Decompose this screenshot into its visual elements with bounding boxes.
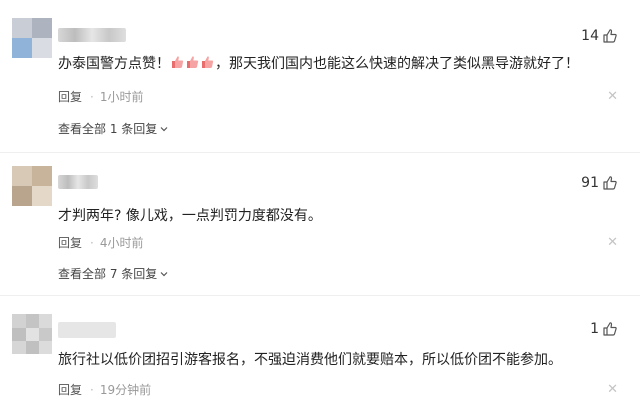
timestamp: 4小时前 xyxy=(99,236,144,250)
timestamp: 19分钟前 xyxy=(99,383,152,397)
comment-text: 才判两年? 像儿戏，一点判罚力度都没有。 xyxy=(58,208,322,224)
thumb-up-outline-icon xyxy=(603,322,617,336)
comment-item: 1 旅行社以低价团招引游客报名，不强迫消费他们就要赔本，所以低价团不能参加。 回… xyxy=(0,296,640,410)
view-all-replies-link[interactable]: 查看全部 7 条回复 xyxy=(58,265,169,282)
avatar[interactable] xyxy=(12,166,52,206)
username-blurred[interactable] xyxy=(58,322,116,338)
timestamp: 1小时前 xyxy=(99,90,144,104)
separator-dot: · xyxy=(90,89,94,104)
separator-dot: · xyxy=(90,382,94,397)
comment-item: 91 才判两年? 像儿戏，一点判罚力度都没有。 回复 · 4小时前 ✕ 查看全部… xyxy=(0,153,640,298)
thumbs-up-emoji xyxy=(172,56,184,68)
thumbs-up-emoji xyxy=(187,56,199,68)
comment-text: 办泰国警方点赞！ ，那天我们国内也能这么快速的解决了类似黑导游就好了！ xyxy=(58,53,579,73)
close-icon[interactable]: ✕ xyxy=(607,236,618,249)
like-count: 14 xyxy=(581,28,599,44)
comment-meta: 回复 · 19分钟前 xyxy=(58,381,151,398)
like-button[interactable]: 14 xyxy=(581,28,618,44)
thumb-up-outline-icon xyxy=(603,176,617,190)
view-all-replies-link[interactable]: 查看全部 1 条回复 xyxy=(58,120,169,137)
chevron-down-icon xyxy=(160,126,168,131)
like-button[interactable]: 1 xyxy=(590,321,618,337)
avatar[interactable] xyxy=(12,18,52,58)
reply-button[interactable]: 回复 xyxy=(58,381,82,398)
like-button[interactable]: 91 xyxy=(581,175,618,191)
reply-button[interactable]: 回复 xyxy=(58,88,82,105)
comment-meta: 回复 · 1小时前 xyxy=(58,88,143,105)
view-all-replies-label: 查看全部 1 条回复 xyxy=(58,122,158,136)
username-blurred[interactable] xyxy=(58,175,98,189)
close-icon[interactable]: ✕ xyxy=(607,90,618,103)
comment-item: 14 办泰国警方点赞！ ，那天我们国内也能这么快速的解决了类似黑导游就好了！ 回复… xyxy=(0,0,640,155)
avatar[interactable] xyxy=(12,314,52,354)
username-blurred[interactable] xyxy=(58,28,126,42)
thumb-up-outline-icon xyxy=(603,29,617,43)
comment-text-part: ，那天我们国内也能这么快速的解决了类似黑导游就好了！ xyxy=(215,56,579,72)
view-all-replies-label: 查看全部 7 条回复 xyxy=(58,267,158,281)
like-count: 1 xyxy=(590,321,599,337)
comment-text-part: 办泰国警方点赞！ xyxy=(58,56,170,72)
comment-meta: 回复 · 4小时前 xyxy=(58,234,143,251)
separator-dot: · xyxy=(90,235,94,250)
chevron-down-icon xyxy=(160,271,168,276)
comment-text: 旅行社以低价团招引游客报名，不强迫消费他们就要赔本，所以低价团不能参加。 xyxy=(58,352,562,368)
thumbs-up-emoji xyxy=(202,56,214,68)
like-count: 91 xyxy=(581,175,599,191)
reply-button[interactable]: 回复 xyxy=(58,234,82,251)
close-icon[interactable]: ✕ xyxy=(607,383,618,396)
